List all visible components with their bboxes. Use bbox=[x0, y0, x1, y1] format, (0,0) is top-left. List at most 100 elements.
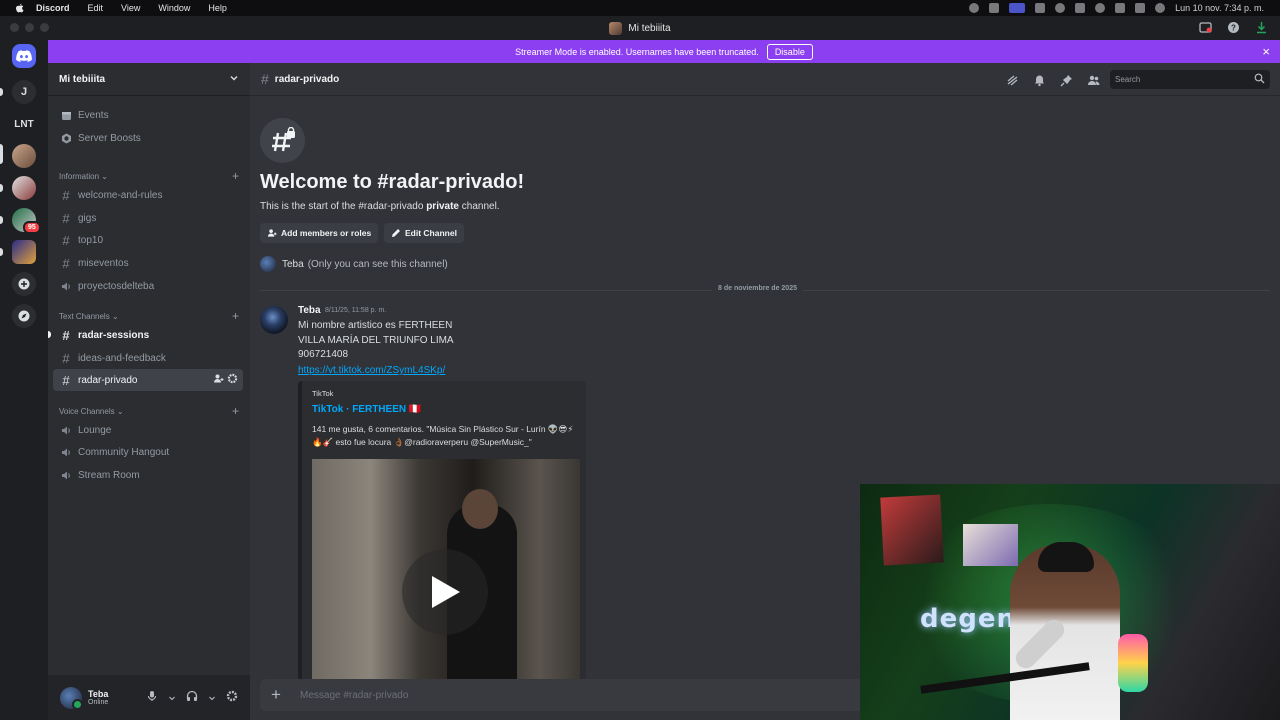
edit-channel-button[interactable]: Edit Channel bbox=[384, 223, 464, 243]
add-attachment-icon[interactable]: + bbox=[268, 685, 284, 704]
disable-streamer-button[interactable]: Disable bbox=[766, 43, 813, 60]
microphone-icon[interactable] bbox=[146, 689, 158, 707]
pin-icon[interactable] bbox=[1059, 73, 1073, 87]
download-icon[interactable] bbox=[1254, 20, 1268, 34]
sidebar-item-community-hangout[interactable]: Community Hangout bbox=[53, 441, 243, 463]
inbox-icon[interactable] bbox=[1198, 20, 1212, 34]
unread-indicator-3 bbox=[0, 216, 3, 224]
add-channel-icon[interactable]: + bbox=[232, 169, 239, 183]
user-name[interactable]: Teba bbox=[88, 689, 108, 699]
selected-server-indicator bbox=[0, 144, 3, 164]
menu-view[interactable]: View bbox=[121, 3, 140, 13]
chevron-down-icon[interactable] bbox=[208, 689, 216, 707]
bell-icon[interactable] bbox=[1032, 73, 1046, 87]
welcome-sub-pre: This is the start of the #radar-privado bbox=[260, 201, 427, 212]
status-icon[interactable] bbox=[969, 3, 980, 13]
message-line: VILLA MARÍA DEL TRIUNFO LIMA bbox=[298, 335, 454, 346]
help-icon[interactable]: ? bbox=[1226, 20, 1240, 34]
webcam-overlay: degenere bbox=[860, 484, 1280, 720]
sidebar-item-lounge[interactable]: Lounge bbox=[53, 419, 243, 441]
category-information[interactable]: Information ⌄ + bbox=[59, 169, 239, 183]
sidebar-item-ideas-and-feedback[interactable]: # ideas-and-feedback bbox=[53, 347, 243, 369]
sidebar-item-gigs[interactable]: # gigs bbox=[53, 207, 243, 229]
add-server-icon[interactable] bbox=[12, 272, 36, 296]
menu-app-discord[interactable]: Discord bbox=[36, 3, 70, 13]
graffiti-poster bbox=[880, 494, 944, 566]
sidebar-item-welcome-and-rules[interactable]: # welcome-and-rules bbox=[53, 184, 243, 206]
sidebar-item-label: Lounge bbox=[78, 424, 112, 436]
locked-channel-icon bbox=[260, 118, 305, 163]
sidebar-item-label: welcome-and-rules bbox=[78, 189, 163, 201]
member-list-icon[interactable] bbox=[1086, 73, 1100, 87]
unread-indicator bbox=[48, 331, 51, 338]
threads-icon[interactable] bbox=[1005, 73, 1019, 87]
sidebar-item-label: radar-sessions bbox=[78, 329, 150, 341]
sidebar-item-top10[interactable]: # top10 bbox=[53, 229, 243, 251]
minimize-window-button[interactable] bbox=[25, 23, 34, 32]
avatar bbox=[260, 256, 276, 272]
server-avatar-2[interactable] bbox=[12, 176, 36, 200]
embed-video[interactable] bbox=[312, 459, 580, 681]
menu-window[interactable]: Window bbox=[158, 3, 190, 13]
add-members-label: Add members or roles bbox=[281, 228, 372, 238]
window-controls bbox=[10, 23, 49, 32]
menu-help[interactable]: Help bbox=[208, 3, 227, 13]
apple-icon[interactable] bbox=[12, 1, 26, 15]
embed-title[interactable]: TikTok · FERTHEEN 🇵🇪 bbox=[312, 404, 421, 415]
sidebar-item-server-boosts[interactable]: Server Boosts bbox=[53, 127, 243, 149]
menu-edit[interactable]: Edit bbox=[88, 3, 104, 13]
siri-icon[interactable] bbox=[1155, 3, 1166, 13]
close-window-button[interactable] bbox=[10, 23, 19, 32]
sidebar-item-miseventos[interactable]: # miseventos bbox=[53, 252, 243, 274]
server-avatar-4[interactable] bbox=[12, 240, 36, 264]
hash-icon: # bbox=[62, 210, 70, 226]
embed-provider: TikTok bbox=[312, 389, 334, 398]
search-spotlight-icon[interactable] bbox=[1115, 3, 1126, 13]
server-mi-tebiiita[interactable] bbox=[12, 144, 36, 168]
sidebar-item-stream-room[interactable]: Stream Room bbox=[53, 464, 243, 486]
category-text-channels[interactable]: Text Channels ⌄ + bbox=[59, 309, 239, 323]
discord-home-icon[interactable] bbox=[12, 44, 36, 68]
guild-header[interactable]: Mi tebiiita bbox=[48, 63, 250, 96]
headphones-icon[interactable] bbox=[186, 689, 198, 707]
screen-mirror-icon[interactable] bbox=[1009, 3, 1026, 13]
volume-icon[interactable] bbox=[1035, 3, 1046, 13]
add-channel-icon[interactable]: + bbox=[232, 309, 239, 323]
video-person-head bbox=[462, 489, 498, 529]
battery-icon[interactable] bbox=[1075, 3, 1086, 13]
chevron-down-icon: ⌄ bbox=[101, 171, 108, 181]
message-link[interactable]: https://vt.tiktok.com/ZSymL4SKp/ bbox=[298, 365, 445, 376]
close-icon[interactable]: × bbox=[1262, 45, 1270, 58]
explore-icon[interactable] bbox=[12, 304, 36, 328]
sidebar-item-radar-privado[interactable]: # radar-privado bbox=[53, 369, 243, 391]
maximize-window-button[interactable] bbox=[40, 23, 49, 32]
search-input[interactable]: Search bbox=[1110, 70, 1270, 89]
message-author[interactable]: Teba bbox=[298, 305, 321, 316]
locked-hash-icon: # bbox=[261, 71, 269, 87]
control-center-icon[interactable] bbox=[1135, 3, 1146, 13]
gear-icon[interactable] bbox=[227, 373, 238, 387]
category-voice-channels[interactable]: Voice Channels ⌄ + bbox=[59, 404, 239, 418]
message-line: Mi nombre artistico es FERTHEEN bbox=[298, 320, 453, 331]
sidebar-item-proyectosdelteba[interactable]: proyectosdelteba bbox=[53, 275, 243, 297]
play-icon[interactable] bbox=[402, 549, 488, 635]
window-title-bar: Mi tebiiita ? bbox=[0, 16, 1280, 40]
avatar[interactable] bbox=[60, 686, 83, 710]
only-you-name[interactable]: Teba bbox=[282, 259, 304, 270]
server-j[interactable]: J bbox=[12, 80, 36, 104]
window-title-text: Mi tebiiita bbox=[628, 22, 671, 34]
sidebar-item-events[interactable]: Events bbox=[53, 104, 243, 126]
add-members-button[interactable]: Add members or roles bbox=[260, 223, 379, 243]
sidebar-item-radar-sessions[interactable]: # radar-sessions bbox=[53, 324, 243, 346]
server-lnt[interactable]: LNT bbox=[12, 112, 36, 136]
settings-gear-icon[interactable] bbox=[226, 689, 238, 707]
add-member-icon[interactable] bbox=[213, 373, 224, 387]
extension-icon[interactable] bbox=[989, 3, 1000, 13]
chevron-down-icon[interactable] bbox=[168, 689, 176, 707]
wifi-icon[interactable] bbox=[1095, 3, 1106, 13]
add-channel-icon[interactable]: + bbox=[232, 404, 239, 418]
menu-clock[interactable]: Lun 10 nov. 7:34 p. m. bbox=[1175, 3, 1264, 13]
server-j-label: J bbox=[20, 86, 28, 98]
message-avatar[interactable] bbox=[260, 306, 288, 334]
play-status-icon[interactable] bbox=[1055, 3, 1066, 13]
